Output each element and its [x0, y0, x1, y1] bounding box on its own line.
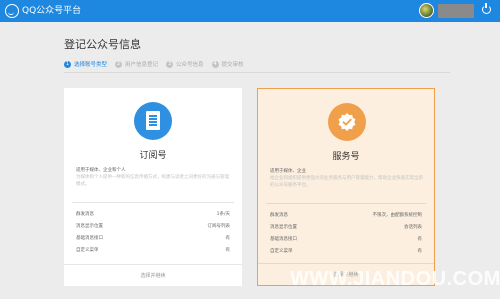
- step-2: 2 用户信息登记: [115, 60, 158, 68]
- avatar[interactable]: [419, 3, 434, 18]
- step-label: 提交审核: [221, 62, 244, 68]
- feature-list: 群发消息 不限次，由配额系统控制 消息显示位置 会话列表 基础消息接口有 自定义菜单…: [270, 210, 422, 258]
- service-account-card[interactable]: 服务号 适用于媒体、企业 给企业和组织提供更强大的业务服务与用户管理能力，帮助企…: [257, 88, 435, 286]
- step-divider: [64, 72, 450, 73]
- card-desc-text: 给企业和组织提供更强大的业务服务与用户管理能力，帮助企业快速实现全新的公众号服务…: [270, 176, 423, 188]
- card-audience: 适用于媒体、企业: [270, 169, 306, 174]
- top-bar: QQ公众号平台: [0, 0, 500, 22]
- divider: [72, 202, 234, 203]
- divider: [266, 203, 426, 204]
- account-name[interactable]: [438, 4, 474, 18]
- power-icon[interactable]: [482, 3, 491, 14]
- card-title: 服务号: [332, 152, 360, 162]
- feature-row: 群发消息 不限次，由配额系统控制: [270, 213, 422, 218]
- page-title: 登记公众号信息: [64, 38, 141, 51]
- feature-list: 群发消息 1条/天 消息显示位置 订阅号列表 基础消息接口有 自定义菜单有: [76, 209, 230, 257]
- card-description: 适用于媒体、企业和个人 为媒体和个人提供一种新的信息传播方式，构建与读者之间更好…: [76, 167, 230, 188]
- subscription-account-card[interactable]: 订阅号 适用于媒体、企业和个人 为媒体和个人提供一种新的信息传播方式，构建与读者…: [64, 88, 242, 286]
- select-subscription-button[interactable]: 选择并继续: [64, 264, 242, 286]
- brand-title[interactable]: QQ公众号平台: [22, 4, 81, 18]
- card-audience: 适用于媒体、企业和个人: [76, 168, 126, 173]
- watermark: WWW.JIANDOU.COM: [290, 268, 500, 290]
- step-1: 1 选择账号类型: [64, 60, 107, 68]
- feature-row: 自定义菜单有: [76, 248, 230, 253]
- card-desc-text: 为媒体和个人提供一种新的信息传播方式，构建与读者之间更好的沟通与管理模式。: [76, 175, 229, 187]
- step-indicator: 1 选择账号类型 2 用户信息登记 3 公众号信息 4 提交审核: [64, 60, 244, 68]
- feature-row: 消息显示位置 订阅号列表: [76, 224, 230, 229]
- step-label: 用户信息登记: [125, 62, 159, 68]
- step-3: 3 公众号信息: [166, 60, 204, 68]
- step-label: 选择账号类型: [74, 62, 108, 68]
- document-icon: [134, 102, 172, 140]
- verified-badge-icon: [328, 103, 366, 141]
- feature-row: 群发消息 1条/天: [76, 212, 230, 217]
- feature-row: 基础消息接口有: [270, 237, 422, 242]
- step-number: 1: [64, 60, 71, 68]
- step-number: 3: [166, 60, 174, 68]
- feature-row: 消息显示位置 会话列表: [270, 225, 422, 230]
- feature-row: 基础消息接口有: [76, 236, 230, 241]
- card-description: 适用于媒体、企业 给企业和组织提供更强大的业务服务与用户管理能力，帮助企业快速实…: [270, 168, 424, 189]
- step-label: 公众号信息: [176, 62, 204, 68]
- card-title: 订阅号: [139, 151, 167, 161]
- qq-logo-icon[interactable]: [5, 4, 19, 18]
- feature-row: 自定义菜单有: [270, 249, 422, 254]
- step-number: 2: [115, 60, 123, 68]
- step-4: 4 提交审核: [211, 60, 244, 68]
- step-number: 4: [211, 60, 219, 68]
